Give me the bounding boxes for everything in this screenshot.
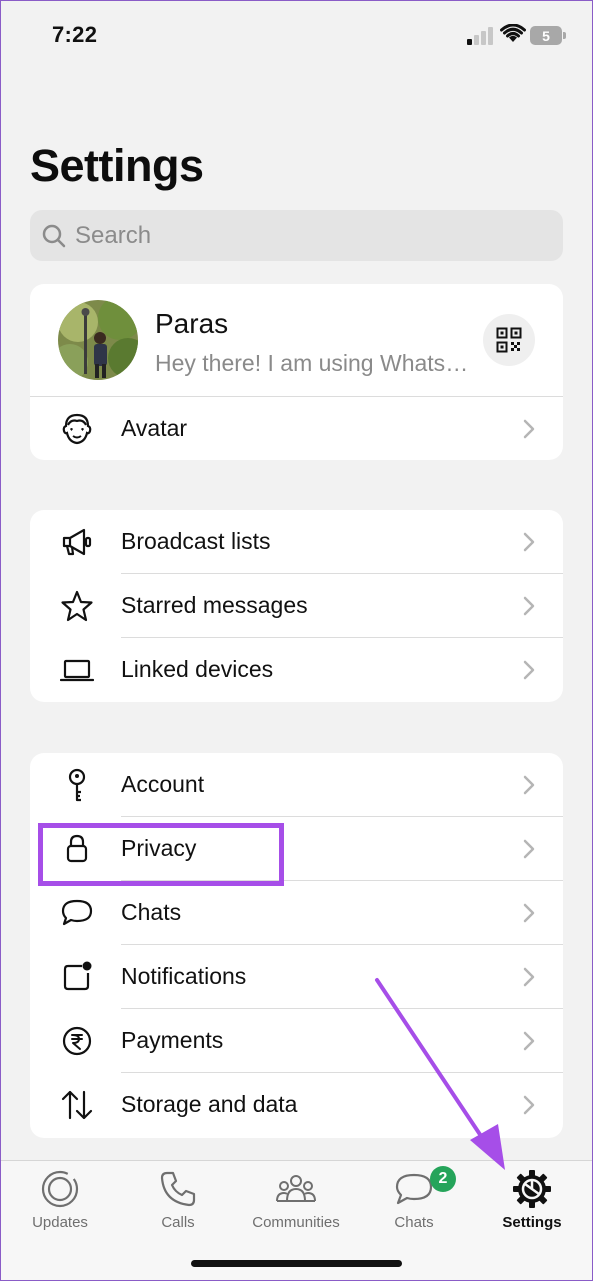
tab-calls[interactable]: Calls bbox=[119, 1169, 237, 1231]
battery-cap bbox=[563, 32, 566, 39]
star-icon bbox=[61, 590, 93, 622]
chevron-right-icon bbox=[523, 903, 535, 923]
tab-chats-label: Chats bbox=[394, 1214, 434, 1231]
battery-level: 5 bbox=[542, 27, 550, 44]
broadcast-lists-label: Broadcast lists bbox=[121, 528, 271, 554]
qr-code-icon bbox=[496, 327, 522, 353]
chevron-right-icon bbox=[523, 775, 535, 795]
search-bar[interactable]: Search bbox=[30, 210, 563, 261]
laptop-icon bbox=[60, 659, 94, 682]
settings-row-notifications[interactable]: Notifications bbox=[30, 945, 563, 1009]
key-icon bbox=[68, 768, 86, 802]
settings-row-chats[interactable]: Chats bbox=[30, 881, 563, 945]
settings-row-account[interactable]: Account bbox=[30, 753, 563, 817]
notifications-label: Notifications bbox=[121, 963, 247, 989]
account-label: Account bbox=[121, 771, 205, 797]
status-bar: 7:22 5 bbox=[0, 0, 593, 74]
chevron-right-icon bbox=[523, 660, 535, 680]
profile-card: Paras Hey there! I am using WhatsApp. Av… bbox=[30, 284, 563, 460]
communities-icon bbox=[276, 1175, 316, 1202]
search-icon bbox=[42, 224, 66, 248]
page-title: Settings bbox=[30, 140, 204, 191]
tab-updates[interactable]: Updates bbox=[1, 1169, 119, 1231]
chat-bubble-icon bbox=[61, 899, 93, 926]
wifi-icon bbox=[500, 24, 526, 42]
privacy-label: Privacy bbox=[121, 835, 197, 861]
tab-settings[interactable]: Settings bbox=[473, 1169, 591, 1231]
settings-group-main: Account Privacy Chats Notifications Paym… bbox=[30, 753, 563, 1138]
settings-row-privacy[interactable]: Privacy bbox=[30, 817, 563, 881]
avatar-label: Avatar bbox=[121, 415, 188, 441]
chevron-right-icon bbox=[523, 967, 535, 987]
tab-calls-label: Calls bbox=[161, 1214, 195, 1231]
chevron-right-icon bbox=[523, 532, 535, 552]
settings-row-avatar[interactable]: Avatar bbox=[30, 397, 563, 460]
settings-row-broadcast-lists[interactable]: Broadcast lists bbox=[30, 510, 563, 574]
notification-icon bbox=[63, 961, 92, 991]
chats-label: Chats bbox=[121, 899, 182, 925]
avatar[interactable] bbox=[58, 300, 138, 380]
storage-and-data-label: Storage and data bbox=[121, 1091, 298, 1117]
qr-code-button[interactable] bbox=[483, 314, 535, 366]
chevron-right-icon bbox=[523, 419, 535, 439]
settings-gear-icon bbox=[513, 1170, 551, 1208]
tab-settings-label: Settings bbox=[502, 1214, 562, 1231]
chevron-right-icon bbox=[523, 1095, 535, 1115]
settings-row-payments[interactable]: Payments bbox=[30, 1009, 563, 1073]
settings-row-linked-devices[interactable]: Linked devices bbox=[30, 638, 563, 702]
starred-messages-label: Starred messages bbox=[121, 592, 308, 618]
linked-devices-label: Linked devices bbox=[121, 656, 274, 682]
settings-row-starred-messages[interactable]: Starred messages bbox=[30, 574, 563, 638]
phone-icon bbox=[160, 1171, 196, 1207]
up-down-arrows-icon bbox=[61, 1090, 93, 1120]
home-indicator bbox=[191, 1260, 402, 1267]
tab-communities-label: Communities bbox=[252, 1214, 340, 1231]
avatar-face-icon bbox=[62, 413, 92, 445]
chevron-right-icon bbox=[523, 1031, 535, 1051]
tab-updates-label: Updates bbox=[32, 1214, 88, 1231]
tab-communities[interactable]: Communities bbox=[237, 1169, 355, 1231]
chevron-right-icon bbox=[523, 839, 535, 859]
updates-icon bbox=[41, 1170, 79, 1208]
payments-label: Payments bbox=[121, 1027, 224, 1053]
search-placeholder: Search bbox=[75, 222, 152, 249]
status-time: 7:22 bbox=[52, 22, 98, 47]
lock-icon bbox=[66, 834, 88, 863]
profile-status: Hey there! I am using WhatsApp. bbox=[155, 350, 475, 376]
rupee-icon bbox=[62, 1026, 92, 1056]
settings-row-storage-and-data[interactable]: Storage and data bbox=[30, 1073, 563, 1137]
chevron-right-icon bbox=[523, 596, 535, 616]
profile-row[interactable]: Paras Hey there! I am using WhatsApp. bbox=[30, 284, 563, 396]
megaphone-icon bbox=[62, 528, 92, 556]
battery-indicator: 5 bbox=[530, 26, 562, 45]
cellular-signal-icon bbox=[467, 27, 495, 45]
chats-unread-badge: 2 bbox=[430, 1166, 456, 1192]
profile-name: Paras bbox=[155, 308, 229, 339]
settings-group-tools: Broadcast lists Starred messages Linked … bbox=[30, 510, 563, 702]
